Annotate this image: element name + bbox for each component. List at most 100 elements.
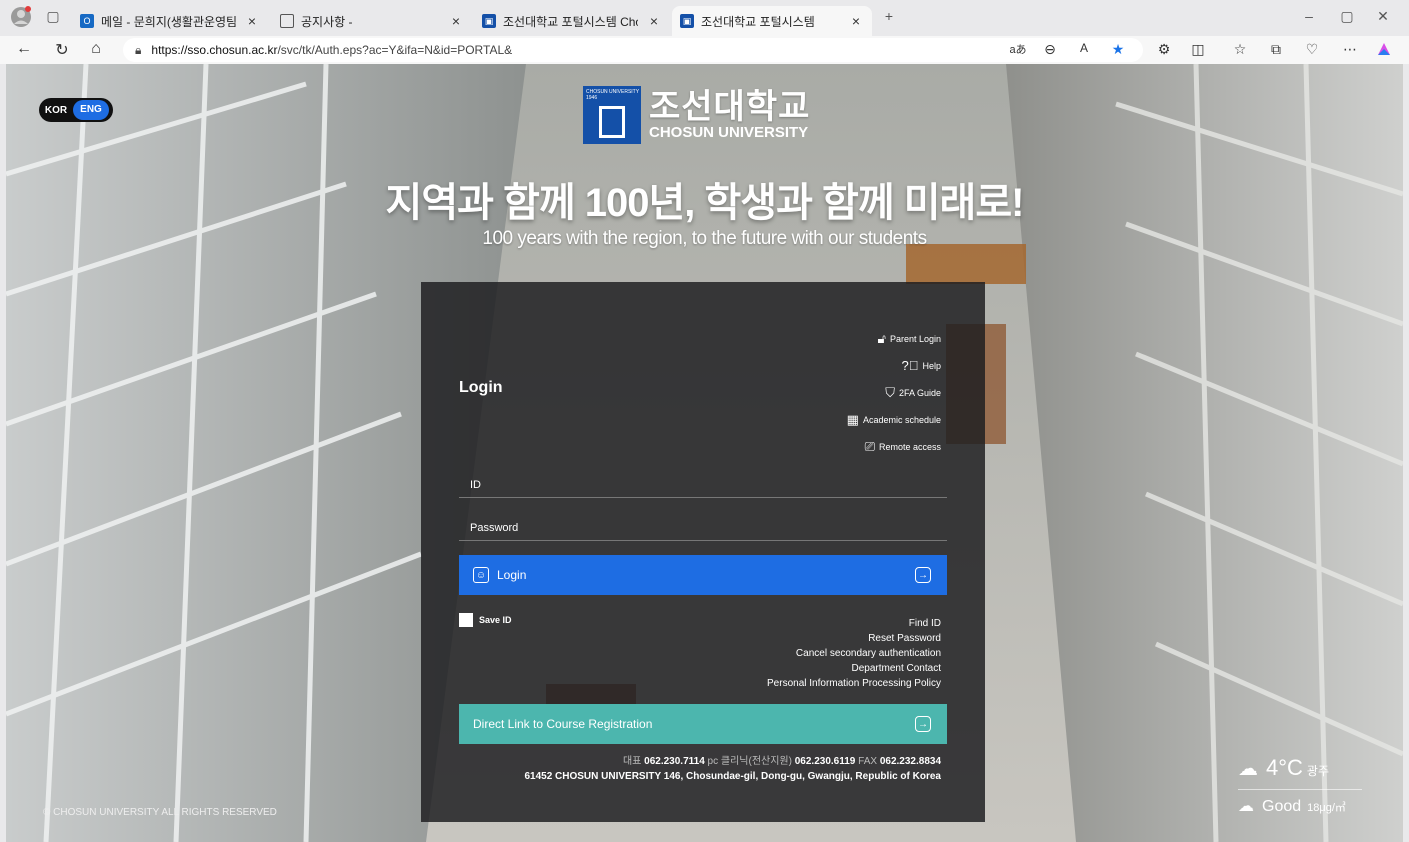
login-title: Login [459,379,503,396]
sub-slogan: 100 years with the region, to the future… [482,228,927,249]
parent-lock-icon: 🔓︎ [877,331,886,346]
zoom-icon[interactable]: ⊖ [1038,41,1062,58]
chosun-favicon: ▣ [680,14,694,28]
address-bar[interactable]: 🔒︎ https://sso.chosun.ac.kr/svc/tk/Auth.… [123,38,1143,62]
password-input[interactable] [459,515,947,540]
pc-clinic-phone: 062.230.6119 [794,756,856,767]
profile-avatar-icon[interactable] [6,6,36,31]
page-icon [280,14,294,28]
more-menu-icon[interactable]: ⋯ [1338,41,1362,58]
immersive-reader-icon[interactable]: aあ [1006,41,1030,57]
main-phone-label: 대표 [622,756,642,767]
calendar-icon: ▦ [846,412,859,427]
home-icon[interactable]: ⌂ [84,40,108,58]
account-links: Find ID Reset Password Cancel secondary … [767,616,941,691]
air-quality-icon: ☁ [1238,798,1254,815]
new-tab-button[interactable]: + [874,8,904,24]
shield-icon: ⛉ [885,385,895,400]
tab-label: 메일 - 문희지(생활관운영팀) - Ou [101,14,236,29]
tab-mail[interactable]: O 메일 - 문희지(생활관운영팀) - Ou × [72,6,268,36]
help-link[interactable]: ?⃝ Help [902,358,942,373]
save-id-label: Save ID [479,615,512,625]
save-id-checkbox[interactable] [459,613,473,627]
tab-portal-active[interactable]: ▣ 조선대학교 포털시스템 × [672,6,872,36]
arrow-right-icon: → [915,567,931,583]
fax-label: FAX [858,756,878,767]
course-registration-button[interactable]: Direct Link to Course Registration → [459,704,947,744]
help-icon: ?⃝ [901,358,919,373]
browser-tab-bar: ▢ O 메일 - 문희지(생활관운영팀) - Ou × 공지사항 - × ▣ 조… [0,0,1409,36]
help-label: Help [922,360,941,371]
save-id-option[interactable]: Save ID [459,613,512,627]
browser-toolbar: ← ↻ ⌂ 🔒︎ https://sso.chosun.ac.kr/svc/tk… [0,36,1409,64]
favorite-star-icon[interactable]: ★ [1106,41,1130,58]
air-quality: Good [1262,798,1302,815]
login-button-label: Login [497,568,527,582]
main-phone: 062.230.7114 [644,756,705,767]
refresh-icon[interactable]: ↻ [50,40,74,60]
url-path: /svc/tk/Auth.eps?ac=Y&ifa=N&id=PORTAL& [277,43,513,57]
emblem-text: CHOSUN UNIVERSITY 1946 [586,89,639,101]
minimize-icon[interactable]: – [1294,8,1324,24]
copilot-icon[interactable] [1372,41,1396,62]
id-input[interactable] [459,472,947,497]
tab-label: 공지사항 - [301,14,353,29]
find-id-link[interactable]: Find ID [767,616,941,631]
copyright: © CHOSUN UNIVERSITY ALL RIGHTS RESERVED [43,807,277,818]
split-screen-icon[interactable]: ◫ [1186,41,1210,58]
pm-value: 18μg/㎥ [1307,802,1346,814]
login-page: KOR ENG CHOSUN UNIVERSITY 1946 조선대학교 CHO… [6,64,1403,842]
close-tab-icon[interactable]: × [848,13,864,29]
fax-number: 062.232.8834 [879,756,941,767]
browser-essentials-icon[interactable]: ♡ [1300,41,1324,58]
logo-korean-name: 조선대학교 [649,88,811,126]
read-aloud-icon[interactable]: A [1072,41,1096,55]
university-logo: CHOSUN UNIVERSITY 1946 조선대학교 CHOSUN UNIV… [583,86,810,144]
tab-label: 조선대학교 포털시스템 Chosun U [503,14,638,29]
tab-notice[interactable]: 공지사항 - × [272,6,472,36]
chosun-favicon: ▣ [482,14,496,28]
login-button[interactable]: ☺ Login → [459,555,947,595]
lang-eng-button[interactable]: ENG [73,100,109,120]
tab-actions-icon[interactable]: ▢ [38,8,68,25]
temperature: 4°C [1266,755,1303,780]
language-toggle: KOR ENG [39,98,113,122]
pc-clinic-label: pc 클리닉(전산지원) [707,756,792,767]
back-icon[interactable]: ← [12,40,36,58]
close-tab-icon[interactable]: × [646,13,662,29]
slogan: 지역과 함께 100년, 학생과 함께 미래로! [385,181,1025,225]
reset-password-link[interactable]: Reset Password [767,631,941,646]
2fa-guide-label: 2FA Guide [898,388,941,398]
weather-widget: ☁ 4°C 광주 ☁ Good 18μg/㎥ [1238,755,1362,816]
privacy-policy-link[interactable]: Personal Information Processing Policy [767,676,941,691]
close-tab-icon[interactable]: × [448,13,464,29]
remote-access-label: Remote access [878,442,941,452]
tab-label: 조선대학교 포털시스템 [701,14,815,29]
remote-access-link[interactable]: ⎚ Remote access [865,439,941,455]
2fa-guide-link[interactable]: ⛉ 2FA Guide [885,385,941,401]
extensions-icon[interactable]: ⚙ [1152,41,1176,58]
restore-icon[interactable]: ▢ [1332,8,1362,25]
tab-portal-en[interactable]: ▣ 조선대학교 포털시스템 Chosun U × [474,6,670,36]
academic-schedule-link[interactable]: ▦ Academic schedule [847,412,941,428]
close-window-icon[interactable]: ✕ [1368,8,1398,25]
id-field [459,472,947,498]
favorites-icon[interactable]: ☆ [1228,41,1252,58]
department-contact-link[interactable]: Department Contact [767,661,942,676]
user-icon: ☺ [473,567,489,583]
contact-info: 대표 062.230.7114 pc 클리닉(전산지원) 062.230.611… [524,754,941,784]
cancel-2fa-link[interactable]: Cancel secondary authentication [767,646,941,661]
collections-icon[interactable]: ⧉ [1264,41,1288,58]
close-tab-icon[interactable]: × [244,13,260,29]
arrow-right-icon: → [915,716,931,732]
lang-kor-button[interactable]: KOR [39,105,73,116]
parent-login-label: Parent Login [889,334,941,344]
lock-icon[interactable]: 🔒︎ [135,43,141,58]
academic-schedule-label: Academic schedule [862,415,941,425]
address: 61452 CHOSUN UNIVERSITY 146, Chosundae-g… [524,771,941,782]
password-field [459,515,947,541]
outlook-icon: O [80,14,94,28]
city: 광주 [1306,764,1330,778]
logo-english-name: CHOSUN UNIVERSITY [649,124,809,141]
parent-login-link[interactable]: 🔓︎ Parent Login [878,331,941,347]
